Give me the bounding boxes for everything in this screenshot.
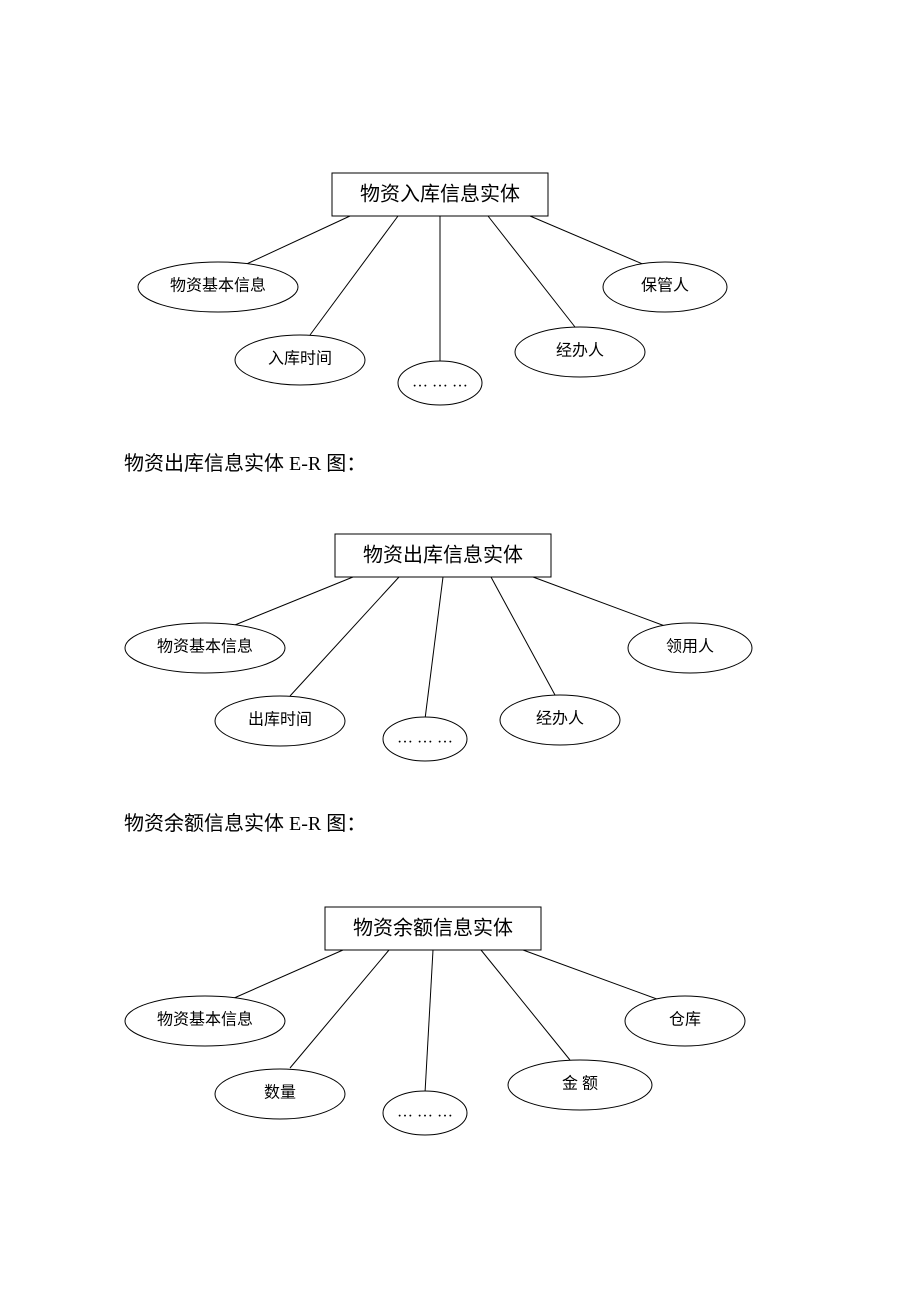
svg-text:经办人: 经办人 (556, 342, 604, 360)
connector (530, 216, 652, 268)
connector (523, 950, 665, 1002)
connector (491, 577, 555, 695)
svg-text:… … …: … … … (412, 374, 468, 391)
entity-label: 物资出库信息实体 (363, 544, 523, 567)
caption-balance: 物资余额信息实体 E-R 图： (124, 812, 366, 835)
svg-text:… … …: … … … (397, 1104, 453, 1121)
connector (290, 577, 399, 696)
svg-text:入库时间: 入库时间 (268, 350, 332, 368)
svg-text:… … …: … … … (397, 730, 453, 747)
entity-label: 物资入库信息实体 (360, 183, 520, 206)
svg-text:领用人: 领用人 (666, 638, 714, 656)
er-diagram-balance: 物资余额信息实体 物资基本信息 数量 … … … 金 额 仓库 (125, 907, 745, 1135)
connector (310, 216, 398, 335)
caption-outbound: 物资出库信息实体 E-R 图： (124, 452, 366, 475)
entity-label: 物资余额信息实体 (353, 917, 513, 940)
connector (225, 577, 353, 629)
connector (488, 216, 575, 327)
connector (290, 950, 389, 1068)
er-diagram-inbound: 物资入库信息实体 物资基本信息 入库时间 … … … 经办人 保管人 (138, 173, 727, 405)
svg-text:数量: 数量 (264, 1084, 296, 1102)
connector (533, 577, 673, 629)
connector (238, 216, 350, 268)
connector (425, 577, 443, 719)
svg-text:物资基本信息: 物资基本信息 (157, 1011, 253, 1029)
svg-text:出库时间: 出库时间 (248, 711, 312, 729)
er-diagram-outbound: 物资出库信息实体 物资基本信息 出库时间 … … … 经办人 领用人 (125, 534, 752, 761)
connector (481, 950, 570, 1060)
svg-text:物资基本信息: 物资基本信息 (170, 277, 266, 295)
svg-text:保管人: 保管人 (641, 277, 689, 295)
connector (225, 950, 343, 1002)
svg-text:金 额: 金 额 (562, 1075, 598, 1093)
svg-text:经办人: 经办人 (536, 710, 584, 728)
svg-text:仓库: 仓库 (669, 1011, 701, 1029)
connector (425, 950, 433, 1093)
svg-text:物资基本信息: 物资基本信息 (157, 638, 253, 656)
